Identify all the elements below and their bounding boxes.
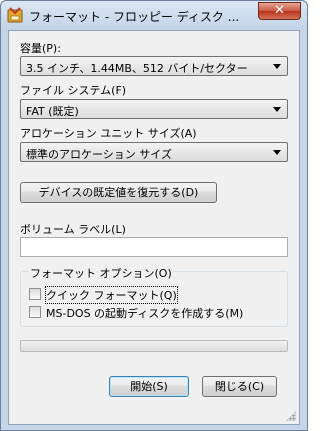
window-title: フォーマット - フロッピー ディスク ... bbox=[29, 10, 240, 24]
format-dialog-window: フォーマット - フロッピー ディスク ... ✕ 容量(P): 3.5 インチ… bbox=[0, 0, 308, 431]
capacity-select[interactable]: 3.5 インチ、1.44MB、512 バイト/セクター bbox=[20, 56, 288, 76]
close-icon: ✕ bbox=[274, 3, 285, 18]
allocation-value: 標準のアロケーション サイズ bbox=[26, 148, 172, 161]
quick-format-label: クイック フォーマット(Q) bbox=[45, 286, 178, 304]
chevron-down-icon bbox=[273, 64, 281, 69]
quick-format-option[interactable]: クイック フォーマット(Q) bbox=[29, 286, 178, 304]
allocation-select[interactable]: 標準のアロケーション サイズ bbox=[20, 142, 288, 162]
restore-defaults-button[interactable]: デバイスの既定値を復元する(D) bbox=[20, 182, 217, 203]
title-bar[interactable]: フォーマット - フロッピー ディスク ... ✕ bbox=[1, 1, 307, 30]
close-button[interactable]: 閉じる(C) bbox=[202, 376, 277, 397]
start-button[interactable]: 開始(S) bbox=[109, 376, 189, 397]
format-progress-bar bbox=[20, 340, 288, 352]
close-window-button[interactable]: ✕ bbox=[258, 2, 301, 20]
volume-label-caption: ボリューム ラベル(L) bbox=[20, 223, 126, 236]
filesystem-value: FAT (既定) bbox=[26, 105, 79, 118]
format-disk-icon bbox=[7, 7, 23, 23]
msdos-startup-label: MS-DOS の起動ディスクを作成する(M) bbox=[46, 307, 244, 320]
filesystem-select[interactable]: FAT (既定) bbox=[20, 99, 288, 119]
filesystem-label: ファイル システム(F) bbox=[20, 84, 127, 97]
capacity-label: 容量(P): bbox=[20, 42, 61, 55]
resize-grip[interactable] bbox=[286, 411, 296, 421]
capacity-value: 3.5 インチ、1.44MB、512 バイト/セクター bbox=[26, 62, 248, 75]
quick-format-checkbox[interactable] bbox=[29, 288, 41, 300]
chevron-down-icon bbox=[273, 107, 281, 112]
msdos-startup-option[interactable]: MS-DOS の起動ディスクを作成する(M) bbox=[29, 304, 269, 320]
allocation-label: アロケーション ユニット サイズ(A) bbox=[20, 127, 197, 140]
msdos-startup-checkbox[interactable] bbox=[29, 306, 41, 318]
format-options-title: フォーマット オプション(O) bbox=[28, 265, 174, 281]
chevron-down-icon bbox=[273, 150, 281, 155]
volume-label-input[interactable] bbox=[20, 237, 288, 257]
dialog-body: 容量(P): 3.5 インチ、1.44MB、512 バイト/セクター ファイル … bbox=[8, 30, 300, 425]
